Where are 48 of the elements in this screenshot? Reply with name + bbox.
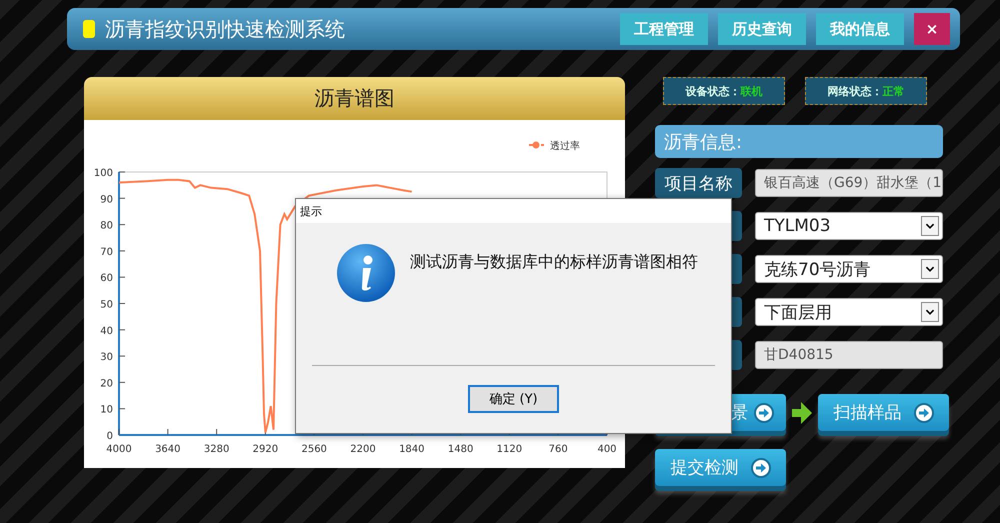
input-field[interactable]: 甘D40815 <box>755 341 943 369</box>
arrow-circle-icon <box>754 402 774 422</box>
x-tick-label: 3640 <box>155 444 181 455</box>
arrow-circle-icon <box>914 402 934 422</box>
status-indicator: 设备状态：联机 <box>663 77 785 105</box>
y-tick-label: 40 <box>100 326 113 337</box>
app-title: 沥青指纹识别快速检测系统 <box>105 16 346 42</box>
y-tick-label: 60 <box>100 273 113 284</box>
dropdown-field[interactable]: 克练70号沥青 <box>755 255 943 283</box>
logo-icon <box>83 20 95 38</box>
chevron-down-icon[interactable] <box>921 259 939 279</box>
dialog-title: 提示 <box>296 199 731 223</box>
x-tick-label: 760 <box>548 444 568 455</box>
ok-button[interactable]: 确定 (Y) <box>468 385 559 413</box>
arrow-circle-icon <box>750 458 770 478</box>
y-tick-label: 70 <box>100 246 113 258</box>
y-tick-label: 10 <box>100 404 113 416</box>
chevron-down-icon[interactable] <box>921 302 939 322</box>
info-icon <box>336 243 396 305</box>
dialog-message: 测试沥青与数据库中的标样沥青谱图相符 <box>410 251 699 273</box>
x-tick-label: 1480 <box>448 444 474 455</box>
y-tick-label: 0 <box>106 431 113 442</box>
field-label: 项目名称 <box>655 168 742 198</box>
dropdown-field[interactable]: 下面层用 <box>755 298 943 326</box>
dropdown-field[interactable]: TYLM03 <box>755 212 943 240</box>
x-tick-label: 1840 <box>399 444 425 455</box>
x-tick-label: 2920 <box>252 444 278 455</box>
x-tick-label: 3280 <box>204 444 230 455</box>
chevron-down-icon[interactable] <box>921 216 939 236</box>
legend-label: 透过率 <box>550 141 580 152</box>
y-tick-label: 50 <box>100 300 113 310</box>
x-tick-label: 2560 <box>301 444 327 455</box>
x-tick-label: 4000 <box>106 444 132 455</box>
y-tick-label: 80 <box>100 220 113 232</box>
input-field[interactable]: 银百高速（G69）甜水堡（1 <box>755 169 943 197</box>
arrow-icon <box>791 400 813 424</box>
y-tick-label: 100 <box>94 168 113 179</box>
x-tick-label: 2200 <box>350 444 376 455</box>
x-tick-label: 400 <box>597 444 617 455</box>
section-header: 沥青信息: <box>655 125 943 158</box>
panel-title: 沥青谱图 <box>84 77 625 120</box>
y-tick-label: 90 <box>100 194 113 206</box>
close-button[interactable]: × <box>914 13 950 45</box>
legend-marker <box>529 142 544 148</box>
y-tick-label: 20 <box>100 378 113 390</box>
status-indicator: 网络状态：正常 <box>805 77 927 105</box>
y-tick-label: 30 <box>100 352 113 364</box>
x-tick-label: 1120 <box>496 444 522 455</box>
